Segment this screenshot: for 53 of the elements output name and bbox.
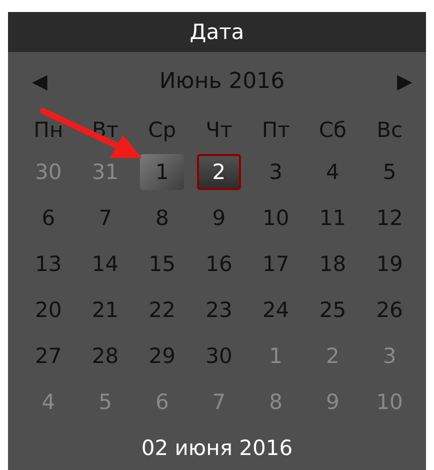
next-month-button[interactable]: ▶ (397, 69, 412, 94)
day-cell[interactable]: 27 (26, 338, 70, 374)
day-cell[interactable]: 25 (310, 292, 355, 328)
day-cell[interactable]: 1 (254, 338, 298, 374)
weekday-label: Чт (206, 118, 232, 142)
day-cell[interactable]: 11 (310, 200, 355, 236)
day-cell[interactable]: 23 (196, 292, 241, 328)
day-cell[interactable]: 6 (26, 200, 70, 236)
day-cell[interactable]: 7 (196, 384, 241, 420)
day-cell[interactable]: 26 (368, 292, 412, 328)
day-cell[interactable]: 18 (310, 246, 355, 282)
day-cell[interactable]: 1 (140, 154, 184, 190)
day-cell[interactable]: 30 (26, 154, 70, 190)
day-cell[interactable]: 28 (83, 338, 128, 374)
day-cell[interactable]: 4 (26, 384, 70, 420)
weekday-label: Сб (318, 118, 347, 142)
day-cell[interactable]: 31 (83, 154, 128, 190)
weekday-label: Вс (376, 118, 403, 142)
month-title: Июнь 2016 (159, 69, 285, 94)
day-cell[interactable]: 9 (310, 384, 355, 420)
day-cell[interactable]: 10 (254, 200, 298, 236)
weekday-label: Пт (262, 118, 290, 142)
day-cell[interactable]: 10 (368, 384, 412, 420)
day-cell[interactable]: 7 (83, 200, 128, 236)
day-cell[interactable]: 15 (140, 246, 184, 282)
day-cell[interactable]: 22 (140, 292, 184, 328)
day-cell[interactable]: 16 (196, 246, 241, 282)
day-cell[interactable]: 5 (83, 384, 128, 420)
day-cell[interactable]: 13 (26, 246, 70, 282)
day-cell[interactable]: 3 (254, 154, 298, 190)
day-cell[interactable]: 6 (140, 384, 184, 420)
day-cell[interactable]: 19 (368, 246, 412, 282)
previous-month-button[interactable]: ◀ (32, 69, 47, 94)
weekday-label: Ср (148, 118, 176, 142)
window-title: Дата (8, 12, 426, 52)
day-cell[interactable]: 30 (196, 338, 241, 374)
day-cell[interactable]: 17 (254, 246, 298, 282)
day-cell[interactable]: 29 (140, 338, 184, 374)
day-cell[interactable]: 8 (254, 384, 298, 420)
weekday-label: Пн (34, 118, 64, 142)
day-cell[interactable]: 4 (310, 154, 355, 190)
day-cell[interactable]: 14 (83, 246, 128, 282)
day-cell[interactable]: 12 (368, 200, 412, 236)
day-cell[interactable]: 8 (140, 200, 184, 236)
day-cell[interactable]: 21 (83, 292, 128, 328)
day-cell[interactable]: 20 (26, 292, 70, 328)
day-cell[interactable]: 2 (196, 154, 241, 190)
selected-date: 02 июня 2016 (141, 436, 293, 460)
day-cell[interactable]: 9 (196, 200, 241, 236)
day-cell[interactable]: 3 (368, 338, 412, 374)
day-cell[interactable]: 24 (254, 292, 298, 328)
day-cell[interactable]: 2 (310, 338, 355, 374)
day-cell[interactable]: 5 (368, 154, 412, 190)
